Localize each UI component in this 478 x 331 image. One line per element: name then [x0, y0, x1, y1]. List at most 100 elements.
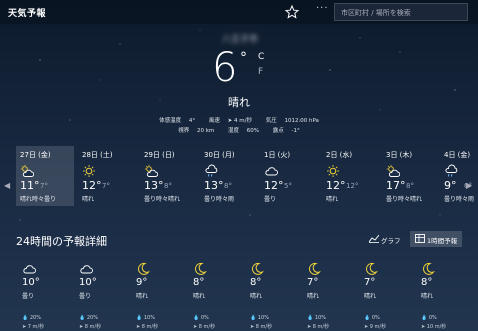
precipitation-icon: 💧	[250, 315, 258, 321]
hour-wind: 8 m/秒	[255, 324, 273, 330]
search-input[interactable]: 市区町村 / 場所を検索	[334, 3, 468, 21]
day-high-temp: 13°	[144, 179, 164, 192]
day-card[interactable]: 3日 (木) 17° 8° 曇り時々晴れ	[382, 146, 440, 206]
graph-view-label: グラフ	[381, 237, 401, 245]
day-date: 3日 (木)	[386, 151, 413, 159]
title-bar: 天気予報 ··· 市区町村 / 場所を検索	[0, 0, 478, 24]
day-low-temp: 7°	[40, 182, 48, 190]
moon-icon	[421, 261, 435, 275]
dew-point-value: -1°	[291, 128, 300, 134]
hour-wind: 8 m/秒	[84, 324, 102, 330]
day-card[interactable]: 30日 (月) 13° 8° 曇り時々雨	[200, 146, 258, 206]
precipitation-icon: 💧	[421, 315, 429, 321]
cloud-rain-icon	[204, 163, 218, 177]
hour-condition: 曇り	[22, 293, 35, 300]
day-card[interactable]: 29日 (日) 13° 8° 曇り時々晴れ	[140, 146, 198, 206]
favorite-star-icon[interactable]	[284, 4, 300, 20]
moon-icon	[307, 261, 321, 275]
day-condition: 晴れ	[326, 196, 339, 203]
hour-card[interactable]: 7° 晴れ 💧 0% ➤ 9 m/秒	[358, 258, 408, 331]
hour-condition: 晴れ	[250, 293, 263, 300]
day-low-temp: 12°	[346, 182, 359, 190]
moon-icon	[193, 261, 207, 275]
day-high-temp: 11°	[20, 179, 40, 192]
day-card[interactable]: 27日 (金) 11° 7° 晴れ時々曇り	[16, 146, 74, 206]
day-card[interactable]: 2日 (水) 12° 12° 晴れ	[322, 146, 380, 206]
hour-wind: 7 m/秒	[27, 324, 45, 330]
hour-card[interactable]: 10° 曇り 💧 20% ➤ 7 m/秒	[16, 258, 66, 331]
hourly-view-label: 1時間予報	[427, 237, 458, 245]
hour-precip: 10%	[143, 315, 155, 321]
day-high-temp: 12°	[82, 179, 102, 192]
precipitation-icon: 💧	[136, 315, 144, 321]
day-card[interactable]: 28日 (土) 12° 7° 晴れ	[78, 146, 136, 206]
day-high-temp: 17°	[386, 179, 406, 192]
hour-precip: 0%	[200, 315, 209, 321]
wind-value: ➤ 4 m/秒	[227, 118, 252, 124]
more-options-icon[interactable]: ···	[316, 3, 329, 14]
hour-condition: 晴れ	[307, 293, 320, 300]
day-condition: 曇り	[264, 196, 277, 203]
moon-icon	[250, 261, 264, 275]
hour-temp: 7°	[364, 277, 376, 288]
visibility-value: 20 km	[196, 128, 215, 134]
hour-wind: 8 m/秒	[198, 324, 216, 330]
day-card[interactable]: 4日 (金) 9° 6° 曇り時々雨	[440, 146, 478, 206]
unit-fahrenheit-toggle[interactable]: F	[258, 67, 263, 77]
day-date: 4日 (金)	[444, 151, 471, 159]
cloud-icon	[79, 261, 93, 275]
unit-celsius-toggle[interactable]: C	[258, 52, 264, 62]
day-date: 1日 (火)	[264, 151, 291, 159]
partly-cloudy-icon	[144, 163, 159, 177]
hour-card[interactable]: 10° 曇り 💧 20% ➤ 8 m/秒	[73, 258, 123, 331]
hour-temp: 7°	[307, 277, 319, 288]
day-condition: 晴れ時々曇り	[20, 196, 57, 203]
pressure-label: 気圧	[265, 118, 277, 124]
chart-icon	[369, 234, 379, 243]
day-high-temp: 13°	[204, 179, 224, 192]
day-condition: 曇り時々雨	[444, 196, 475, 203]
cloud-rain-icon	[444, 163, 458, 177]
current-details-row-2: 視界 20 km 湿度 60% 露点 -1°	[0, 126, 478, 134]
pressure-value: 1012.00 hPa	[284, 118, 319, 124]
hourly-view-button[interactable]: 1時間予報	[410, 231, 463, 247]
day-date: 30日 (月)	[204, 151, 235, 159]
hour-precip: 20%	[29, 315, 41, 321]
hour-wind: 8 m/秒	[312, 324, 330, 330]
location-name: 八王子市	[221, 35, 258, 45]
feels-like-value: 4°	[188, 118, 196, 124]
current-temperature: 6	[212, 45, 238, 91]
hour-temp: 8°	[421, 277, 433, 288]
hour-card[interactable]: 8° 晴れ 💧 10% ➤ 8 m/秒	[244, 258, 294, 331]
hour-precip: 0%	[371, 315, 380, 321]
current-condition: 晴れ	[228, 96, 250, 109]
precipitation-icon: 💧	[79, 315, 87, 321]
precipitation-icon: 💧	[22, 315, 30, 321]
day-high-temp: 9°	[444, 179, 457, 192]
moon-icon	[136, 261, 150, 275]
dew-point-label: 露点	[272, 128, 284, 134]
feels-like-label: 体感温度	[159, 118, 182, 124]
hour-condition: 晴れ	[421, 293, 434, 300]
moon-icon	[364, 261, 378, 275]
partly-cloudy-icon	[386, 163, 401, 177]
humidity-label: 湿度	[228, 128, 240, 134]
sun-icon	[82, 163, 96, 177]
day-condition: 晴れ	[82, 196, 95, 203]
hour-wind: 10 m/秒	[426, 324, 447, 330]
hour-card[interactable]: 8° 晴れ 💧 0% ➤ 8 m/秒	[187, 258, 237, 331]
scroll-left-arrow-icon[interactable]: ◀	[4, 181, 10, 190]
day-card[interactable]: 1日 (火) 12° 5° 曇り	[260, 146, 318, 206]
hour-condition: 晴れ	[193, 293, 206, 300]
hour-card[interactable]: 7° 晴れ 💧 10% ➤ 8 m/秒	[301, 258, 351, 331]
cloud-icon	[22, 261, 36, 275]
hour-card[interactable]: 8° 晴れ 💧 0% ➤ 10 m/秒	[415, 258, 465, 331]
hour-condition: 晴れ	[364, 293, 377, 300]
humidity-value: 60%	[246, 128, 260, 134]
hour-condition: 曇り	[79, 293, 92, 300]
app-title: 天気予報	[8, 9, 47, 19]
graph-view-button[interactable]: グラフ	[364, 231, 406, 247]
day-date: 29日 (日)	[144, 151, 175, 159]
hour-precip: 0%	[428, 315, 437, 321]
hour-card[interactable]: 9° 晴れ 💧 10% ➤ 8 m/秒	[130, 258, 180, 331]
